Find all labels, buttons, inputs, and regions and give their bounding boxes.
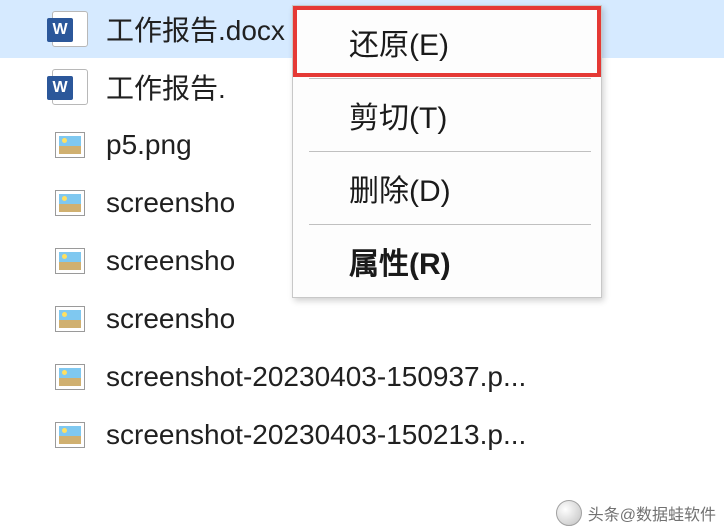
image-file-icon bbox=[55, 132, 85, 158]
image-file-icon bbox=[55, 248, 85, 274]
menu-restore[interactable]: 还原(E) bbox=[293, 6, 601, 78]
menu-properties[interactable]: 属性(R) bbox=[293, 225, 601, 297]
menu-cut[interactable]: 剪切(T) bbox=[293, 79, 601, 151]
file-row[interactable]: screenshot-20230403-150213.p... bbox=[0, 406, 724, 464]
file-name: 工作报告. bbox=[106, 67, 226, 107]
watermark: 头条@数据蛙软件 bbox=[556, 500, 716, 526]
image-file-icon bbox=[55, 190, 85, 216]
file-name: p5.png bbox=[106, 129, 192, 161]
image-file-icon bbox=[55, 364, 85, 390]
file-row[interactable]: screensho bbox=[0, 290, 724, 348]
watermark-author: @数据蛙软件 bbox=[620, 507, 716, 524]
word-file-icon bbox=[52, 69, 88, 105]
file-name: screensho bbox=[106, 245, 235, 277]
image-file-icon bbox=[55, 422, 85, 448]
image-file-icon bbox=[55, 306, 85, 332]
file-name: 工作报告.docx bbox=[106, 9, 285, 49]
context-menu: 还原(E) 剪切(T) 删除(D) 属性(R) bbox=[292, 5, 602, 298]
watermark-text: 头条@数据蛙软件 bbox=[588, 501, 716, 525]
avatar-icon bbox=[556, 500, 582, 526]
menu-delete[interactable]: 删除(D) bbox=[293, 152, 601, 224]
file-name: screenshot-20230403-150937.p... bbox=[106, 361, 526, 393]
file-name: screensho bbox=[106, 187, 235, 219]
file-row[interactable]: screenshot-20230403-150937.p... bbox=[0, 348, 724, 406]
file-name: screenshot-20230403-150213.p... bbox=[106, 419, 526, 451]
word-file-icon bbox=[52, 11, 88, 47]
file-name: screensho bbox=[106, 303, 235, 335]
watermark-prefix: 头条 bbox=[588, 507, 620, 524]
